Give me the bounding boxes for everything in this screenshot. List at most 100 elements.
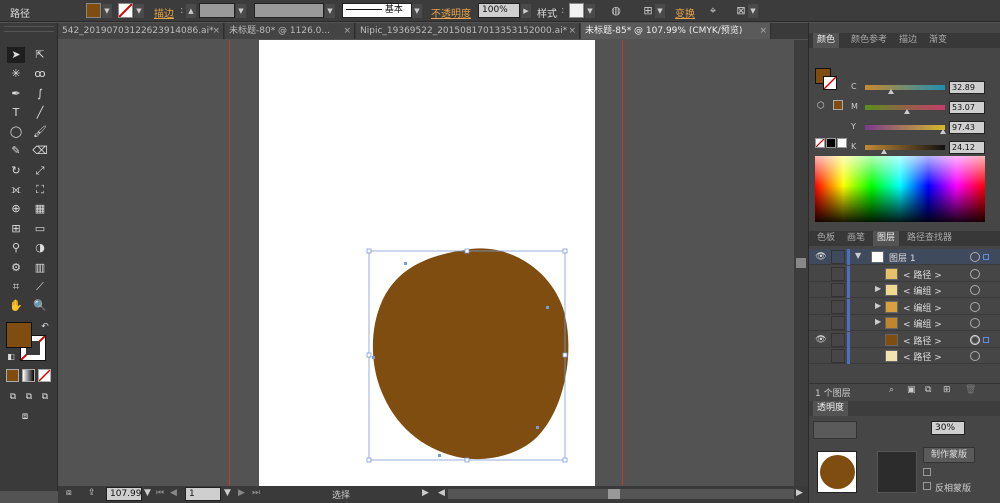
channel-value-field[interactable]: 53.07 [949, 101, 985, 114]
mask-thumbnail[interactable] [877, 451, 917, 493]
channel-value-field[interactable]: 97.43 [949, 121, 985, 134]
sublayer-row[interactable]: < 路径 > [809, 265, 1000, 282]
opacity-field[interactable]: 100% [478, 3, 520, 18]
magic-wand-tool-icon[interactable]: ✳ [7, 66, 25, 82]
visibility-eye-icon[interactable] [813, 267, 829, 281]
stroke-style-field[interactable]: 基本 [342, 3, 412, 18]
stroke-weight-field[interactable] [199, 3, 235, 18]
channel-value-field[interactable]: 24.12 [949, 141, 985, 154]
object-thumbnail[interactable] [817, 451, 857, 493]
recolor-icon[interactable]: ◍ [608, 3, 624, 19]
expand-triangle-icon[interactable]: ▶ [875, 284, 881, 293]
target-circle-icon[interactable] [970, 252, 980, 262]
target-circle-icon[interactable] [970, 268, 980, 279]
paintbrush-tool-icon[interactable]: 🖌 [31, 124, 49, 140]
layer-name[interactable]: < 编组 > [903, 284, 942, 297]
channel-slider-thumb[interactable] [881, 149, 888, 154]
variable-width-dropdown-icon[interactable]: ▼ [325, 4, 335, 18]
stroke-label[interactable]: 描边 [154, 5, 174, 20]
tab-close-icon[interactable]: × [568, 23, 576, 39]
pencil-tool-icon[interactable]: ✎ [7, 143, 25, 159]
tools-grip[interactable] [4, 26, 54, 32]
mesh-tool-icon[interactable]: ⊞ [7, 221, 25, 237]
style-swatch[interactable] [569, 3, 584, 18]
stroke-swatch[interactable] [118, 3, 133, 18]
tab-brushes[interactable]: 画笔 [843, 231, 869, 246]
zoom-dropdown-icon[interactable]: ▼ [144, 488, 151, 498]
lock-toggle[interactable] [831, 283, 845, 297]
hand-tool-icon[interactable]: ✋ [7, 298, 25, 314]
invert-mask-checkbox[interactable] [923, 482, 931, 490]
pen-tool-icon[interactable]: ✒ [7, 86, 25, 102]
lock-toggle[interactable] [831, 316, 845, 330]
layer-name[interactable]: 图层 1 [889, 251, 916, 264]
gradient-mode-button[interactable] [22, 369, 35, 382]
tab-layers[interactable]: 图层 [873, 231, 900, 246]
target-circle-icon[interactable] [970, 334, 980, 345]
sublayer-row[interactable]: ▶ < 编组 > [809, 282, 1000, 298]
new-sublayer-icon[interactable]: ⧉ [925, 385, 931, 395]
tab-close-icon[interactable]: × [212, 23, 220, 39]
channel-slider-track[interactable] [865, 85, 945, 90]
visibility-eye-icon[interactable]: 👁 [813, 250, 829, 264]
none-swatch[interactable] [815, 138, 825, 148]
transform-label[interactable]: 变换 [675, 5, 695, 20]
stroke-dropdown-icon[interactable]: ▼ [134, 4, 144, 18]
white-swatch[interactable] [837, 138, 847, 148]
draw-inside-icon[interactable]: ⧉ [36, 389, 54, 405]
eyedropper-tool-icon[interactable]: ⚲ [7, 240, 25, 256]
perspective-grid-tool-icon[interactable]: ▦ [31, 201, 49, 217]
target-circle-icon[interactable] [970, 351, 980, 361]
type-tool-icon[interactable]: T [7, 105, 25, 121]
locate-object-icon[interactable]: ⌕ [889, 385, 894, 395]
target-circle-icon[interactable] [970, 318, 980, 328]
width-tool-icon[interactable]: ⟗ [7, 182, 25, 198]
tab-doc-2[interactable]: 未标题-80* @ 1126.0... × [225, 23, 355, 39]
new-layer-icon[interactable]: ⊞ [943, 385, 951, 395]
lock-toggle[interactable] [831, 349, 845, 363]
artboard-tool-icon[interactable]: ⌗ [7, 279, 25, 295]
collapse-triangle-icon[interactable]: ▼ [855, 251, 861, 260]
layer-name[interactable]: < 编组 > [903, 301, 942, 314]
tab-transparency[interactable]: 透明度 [813, 401, 849, 416]
scale-tool-icon[interactable]: ⤢ [31, 163, 49, 179]
lock-toggle[interactable] [831, 266, 845, 281]
slice-tool-icon[interactable]: ⟋ [31, 279, 49, 295]
hscroll-right-icon[interactable]: ▶ [796, 488, 803, 498]
sublayer-row[interactable]: ▶ < 编组 > [809, 315, 1000, 331]
last-artboard-icon[interactable]: ⏭ [252, 488, 260, 498]
lock-toggle[interactable] [831, 332, 845, 347]
style-dropdown-icon[interactable]: ▼ [585, 4, 595, 18]
tab-pathfinder[interactable]: 路径查找器 [903, 231, 956, 246]
sublayer-row[interactable]: < 路径 > [809, 348, 1000, 364]
zoom-field[interactable]: 107.99 [106, 487, 142, 501]
black-swatch[interactable] [826, 138, 836, 148]
opacity-slider-icon[interactable]: ▶ [521, 4, 531, 18]
blend-mode-select[interactable] [813, 421, 857, 439]
lock-toggle[interactable] [831, 299, 845, 314]
selection-indicator[interactable] [983, 336, 989, 343]
stroke-weight-dropdown-icon[interactable]: ▼ [236, 4, 246, 18]
status-menu-icon[interactable]: ▶ [422, 488, 429, 498]
selection-indicator[interactable] [983, 254, 989, 260]
tab-doc-1[interactable]: 542_20190703122623914086.ai* × [58, 23, 224, 39]
line-tool-icon[interactable]: ╱ [31, 105, 49, 121]
clipping-mask-icon[interactable]: ▣ [907, 385, 916, 395]
color-spectrum[interactable] [815, 156, 985, 222]
channel-slider-thumb[interactable] [939, 129, 946, 134]
first-artboard-icon[interactable]: ⏮ [156, 488, 164, 498]
make-mask-button[interactable]: 制作蒙版 [923, 447, 975, 463]
selection-tool-icon[interactable]: ➤ [7, 47, 25, 63]
eraser-tool-icon[interactable]: ⌫ [31, 143, 49, 159]
symbol-sprayer-tool-icon[interactable]: ⚙ [7, 260, 25, 276]
tab-swatches[interactable]: 色板 [813, 231, 839, 246]
layer-row[interactable]: 👁 ▼ 图层 1 [809, 249, 1000, 265]
arrange-icon[interactable]: ⊠ [733, 3, 749, 19]
status-share-icon[interactable]: ⇪ [88, 488, 96, 498]
fill-dropdown-icon[interactable]: ▼ [102, 4, 112, 18]
visibility-eye-icon[interactable] [813, 283, 829, 297]
delete-layer-icon[interactable]: 🗑 [965, 385, 976, 395]
stroke-weight-stepper-icon[interactable]: ▲ [186, 4, 196, 18]
tab-gradient[interactable]: 渐变 [925, 33, 951, 48]
visibility-eye-icon[interactable] [813, 316, 829, 330]
